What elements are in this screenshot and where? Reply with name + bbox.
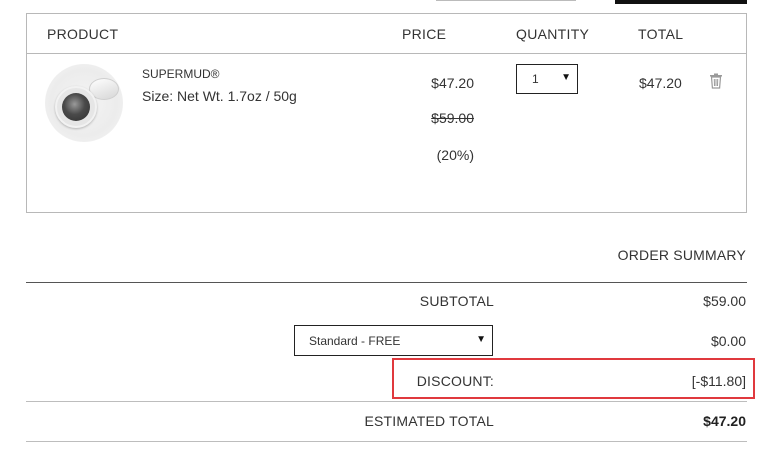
top-divider <box>436 0 576 1</box>
cart-table-header: PRODUCT PRICE QUANTITY TOTAL <box>27 14 746 54</box>
product-name[interactable]: SUPERMUD® <box>142 67 220 81</box>
chevron-down-icon: ▼ <box>476 334 486 345</box>
discount-label: DISCOUNT: <box>416 373 494 389</box>
estimated-total-value: $47.20 <box>703 413 746 429</box>
cart-table: PRODUCT PRICE QUANTITY TOTAL SUPERMUD® S… <box>26 13 747 213</box>
column-header-product: PRODUCT <box>47 26 119 42</box>
product-image[interactable] <box>45 64 123 142</box>
discount-percent: (20%) <box>436 147 474 163</box>
discount-value: [-$11.80] <box>691 373 746 389</box>
summary-divider <box>26 441 747 442</box>
line-total: $47.20 <box>639 75 682 91</box>
quantity-select[interactable]: 1 ▼ <box>516 64 578 94</box>
column-header-total: TOTAL <box>638 26 684 42</box>
summary-divider <box>26 401 747 402</box>
shipping-method-value: Standard - FREE <box>309 334 401 348</box>
subtotal-value: $59.00 <box>703 293 746 309</box>
order-summary-title: ORDER SUMMARY <box>617 247 746 263</box>
summary-divider <box>26 282 747 283</box>
shipping-method-select[interactable]: Standard - FREE ▼ <box>294 325 493 356</box>
mud-icon <box>62 93 90 121</box>
subtotal-label: SUBTOTAL <box>419 293 494 309</box>
chevron-down-icon: ▼ <box>561 72 571 83</box>
shipping-value: $0.00 <box>710 333 746 349</box>
checkout-button-edge[interactable] <box>615 0 747 4</box>
sale-price: $47.20 <box>431 75 474 91</box>
product-size: Size: Net Wt. 1.7oz / 50g <box>142 88 297 104</box>
trash-icon[interactable] <box>709 73 723 89</box>
quantity-value: 1 <box>532 72 539 86</box>
product-jar-icon <box>55 86 97 128</box>
column-header-quantity: QUANTITY <box>516 26 590 42</box>
column-header-price: PRICE <box>402 26 447 42</box>
estimated-total-label: ESTIMATED TOTAL <box>364 413 494 429</box>
original-price: $59.00 <box>431 110 474 126</box>
